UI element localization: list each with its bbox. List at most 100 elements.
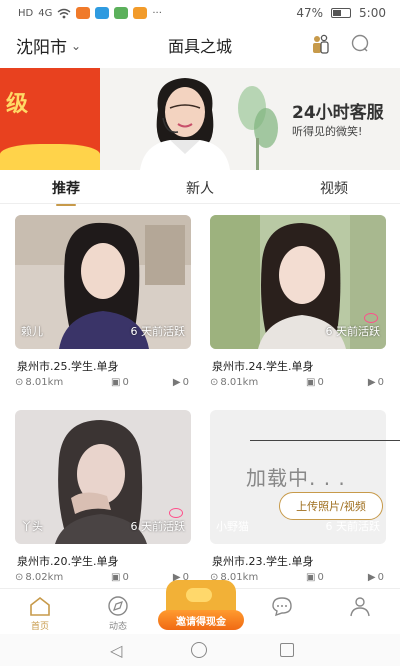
card-activity: 6 天前活跃: [325, 520, 381, 533]
distance: ⊙ 8.01km: [210, 377, 258, 388]
system-nav-bar: ◁: [0, 634, 400, 666]
profile-photo[interactable]: 赖儿 6 天前活跃: [15, 215, 191, 349]
recent-apps-icon[interactable]: [280, 643, 294, 657]
status-right: 47% 5:00: [296, 6, 386, 20]
distance-value: 8.02km: [25, 572, 64, 583]
plant-decoration: [238, 86, 278, 170]
nav-home[interactable]: 首页: [15, 595, 65, 632]
location-pin-icon: ⊙: [15, 377, 24, 388]
banner-headline: 24小时客服: [292, 103, 384, 123]
location-pin-icon: ⊙: [15, 572, 24, 583]
app-notification-icon: [114, 7, 129, 19]
support-agent-image: [140, 78, 230, 170]
card-meta: ⊙ 8.01km ▣ 0 ▶ 0: [15, 377, 191, 391]
compass-icon: [108, 596, 128, 616]
status-indicators: HD 4G ···: [18, 7, 162, 19]
coins-decoration: [0, 144, 100, 170]
card-activity: 6 天前活跃: [130, 520, 186, 533]
network-indicator: 4G: [38, 7, 53, 19]
location-pin-icon: ⊙: [210, 377, 219, 388]
app-notification-icon: [133, 7, 148, 19]
chevron-down-icon: ⌄: [71, 38, 82, 53]
page-title: 面具之城: [167, 37, 232, 56]
user-icon: [350, 597, 370, 617]
card-activity: 6 天前活跃: [130, 325, 186, 338]
photo-count: ▣ 0: [111, 572, 129, 583]
video-count-value: 0: [377, 572, 384, 583]
tab-label: 推荐: [52, 181, 80, 197]
heart-icon[interactable]: [364, 313, 378, 323]
chat-search-button[interactable]: [346, 30, 374, 58]
profile-photo[interactable]: 6 天前活跃: [210, 215, 386, 349]
card-nickname: 赖儿: [21, 325, 43, 338]
nav-home-label: 首页: [30, 622, 49, 632]
app-notification-icon: [95, 7, 110, 19]
invite-cash-button[interactable]: 邀请得现金: [158, 580, 244, 632]
city-selector[interactable]: 沈阳市 ⌄: [16, 33, 81, 58]
distance: ⊙ 8.02km: [15, 572, 63, 583]
banner-subline: 听得见的微笑!: [292, 125, 363, 138]
photo-count-value: 0: [317, 377, 324, 388]
home-icon: [30, 596, 50, 616]
message-bubble-icon: [272, 597, 292, 617]
photo-count: ▣ 0: [306, 572, 324, 583]
clock: 5:00: [359, 6, 386, 20]
heart-icon[interactable]: [169, 508, 183, 518]
promo-banner[interactable]: 级 24小时客服 听得见的微笑!: [0, 68, 400, 170]
play-icon: ▶: [367, 572, 376, 583]
loading-divider: [250, 440, 400, 441]
top-nav: 沈阳市 ⌄ 面具之城: [0, 26, 400, 64]
app-notification-icon: [76, 7, 91, 19]
loading-indicator: 加载中. . .: [246, 466, 346, 490]
banner-left-text: 级: [6, 92, 29, 117]
photo-count: ▣ 0: [111, 377, 129, 388]
tab-recommend[interactable]: 推荐: [52, 178, 80, 206]
tab-label: 视频: [320, 181, 348, 197]
nav-moments[interactable]: 动态: [93, 595, 143, 632]
card-nickname: 小野猫: [216, 520, 249, 533]
video-count: ▶ 0: [173, 377, 189, 388]
more-dots-icon: ···: [152, 7, 162, 19]
battery-icon: [331, 8, 352, 18]
photo-count-value: 0: [122, 377, 129, 388]
status-bar: HD 4G ··· 47% 5:00: [0, 0, 400, 26]
banner-left-panel: 级: [0, 68, 100, 170]
video-count: ▶ 0: [368, 377, 384, 388]
people-filter-icon: [313, 34, 329, 54]
distance-value: 8.01km: [220, 377, 259, 388]
image-icon: ▣: [111, 377, 121, 388]
nav-messages[interactable]: [257, 595, 307, 619]
photo-count: ▣ 0: [306, 377, 324, 388]
profile-card[interactable]: 6 天前活跃 泉州市.24.学生.单身 ⊙ 8.01km ▣ 0 ▶ 0: [210, 215, 386, 391]
profile-card[interactable]: 赖儿 6 天前活跃 泉州市.25.学生.单身 ⊙ 8.01km ▣ 0 ▶ 0: [15, 215, 191, 391]
distance-value: 8.01km: [25, 377, 64, 388]
back-icon[interactable]: ◁: [110, 641, 122, 660]
battery-percent: 47%: [296, 6, 324, 20]
distance: ⊙ 8.01km: [15, 377, 63, 388]
active-tab-indicator: [56, 204, 76, 206]
card-nickname: 丫头: [21, 520, 43, 533]
chat-bubble-icon: [351, 34, 369, 52]
image-icon: ▣: [306, 377, 316, 388]
video-count-value: 0: [182, 377, 189, 388]
filter-people-button[interactable]: [306, 30, 334, 58]
tab-newcomers[interactable]: 新人: [186, 178, 214, 198]
money-bag-icon: [166, 580, 236, 614]
nav-profile[interactable]: [335, 595, 385, 619]
invite-label: 邀请得现金: [158, 610, 244, 630]
card-meta: ⊙ 8.01km ▣ 0 ▶ 0: [210, 377, 386, 391]
video-count-value: 0: [377, 377, 384, 388]
nav-moments-label: 动态: [108, 622, 127, 632]
tab-videos[interactable]: 视频: [320, 178, 348, 198]
photo-count-value: 0: [317, 572, 324, 583]
video-count: ▶ 0: [368, 572, 384, 583]
feed-tabs: 推荐 新人 视频: [0, 172, 400, 206]
image-icon: ▣: [306, 572, 316, 583]
card-info: 泉州市.20.学生.单身: [17, 555, 119, 568]
profile-card[interactable]: 丫头 6 天前活跃 泉州市.20.学生.单身 ⊙ 8.02km ▣ 0 ▶ 0: [15, 410, 191, 586]
play-icon: ▶: [367, 377, 376, 388]
upload-media-button[interactable]: 上传照片/视频: [279, 492, 383, 520]
profile-photo[interactable]: 丫头 6 天前活跃: [15, 410, 191, 544]
home-circle-icon[interactable]: [191, 642, 207, 658]
hd-indicator: HD: [18, 7, 34, 19]
